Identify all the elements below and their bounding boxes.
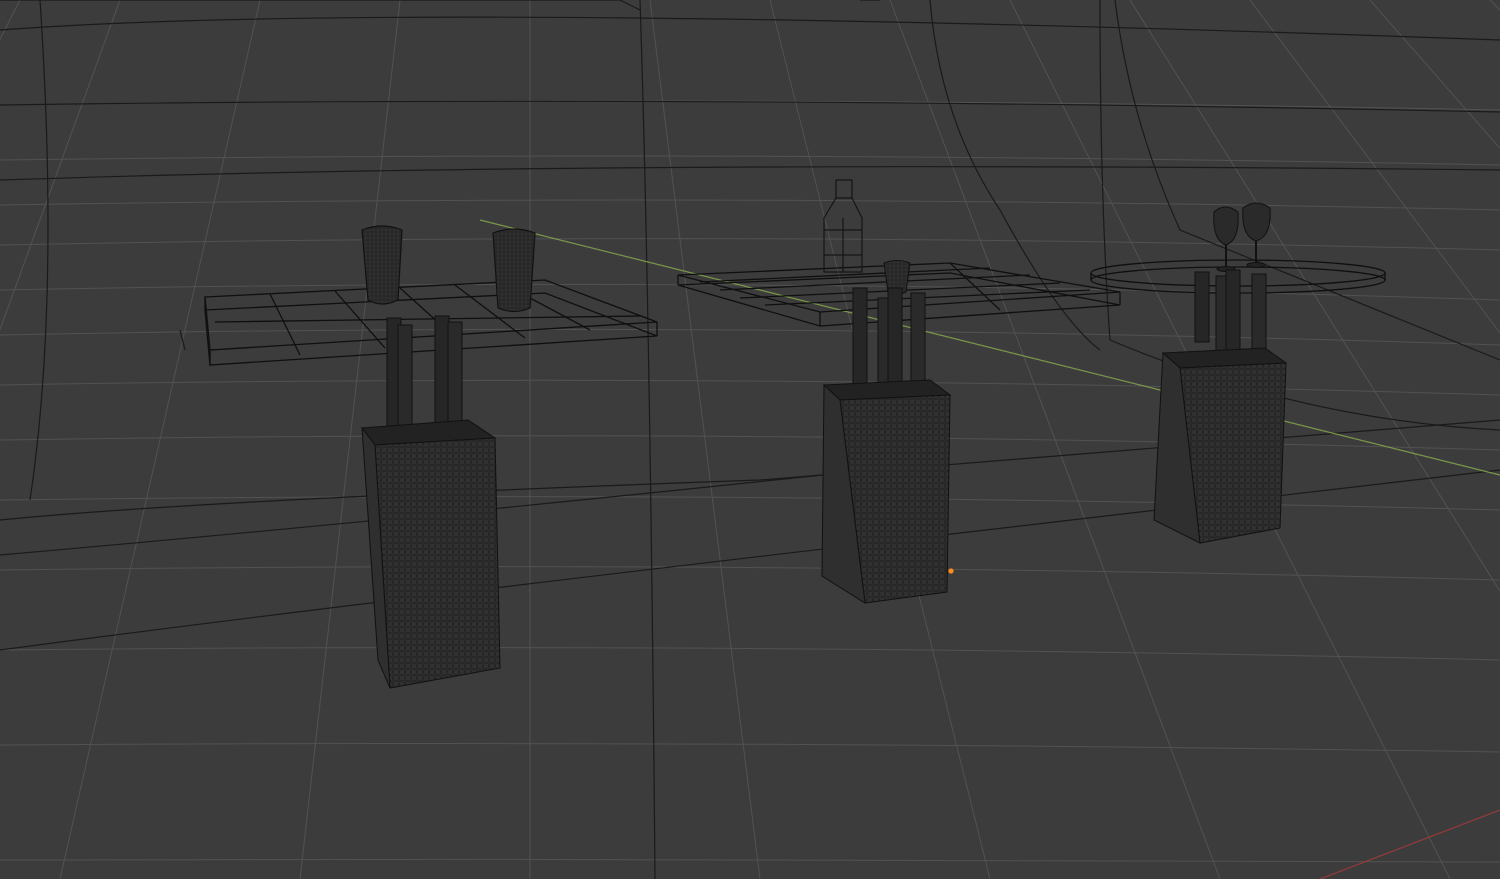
3d-viewport[interactable] <box>0 0 1500 879</box>
object-origin-dot[interactable] <box>948 568 954 574</box>
stand-right[interactable] <box>1153 269 1288 544</box>
stand-middle[interactable] <box>821 287 952 604</box>
shelf-left[interactable] <box>204 279 658 366</box>
bottle-middle[interactable] <box>823 179 863 273</box>
wine-glass-right-2[interactable] <box>1242 202 1271 268</box>
stand-left[interactable] <box>361 315 501 689</box>
glass-left-1[interactable] <box>361 225 403 305</box>
glass-left-2[interactable] <box>492 228 536 313</box>
x-axis-line <box>1319 809 1500 879</box>
wine-glass-right-1[interactable] <box>1213 206 1239 272</box>
scene-canvas[interactable] <box>0 0 1500 879</box>
